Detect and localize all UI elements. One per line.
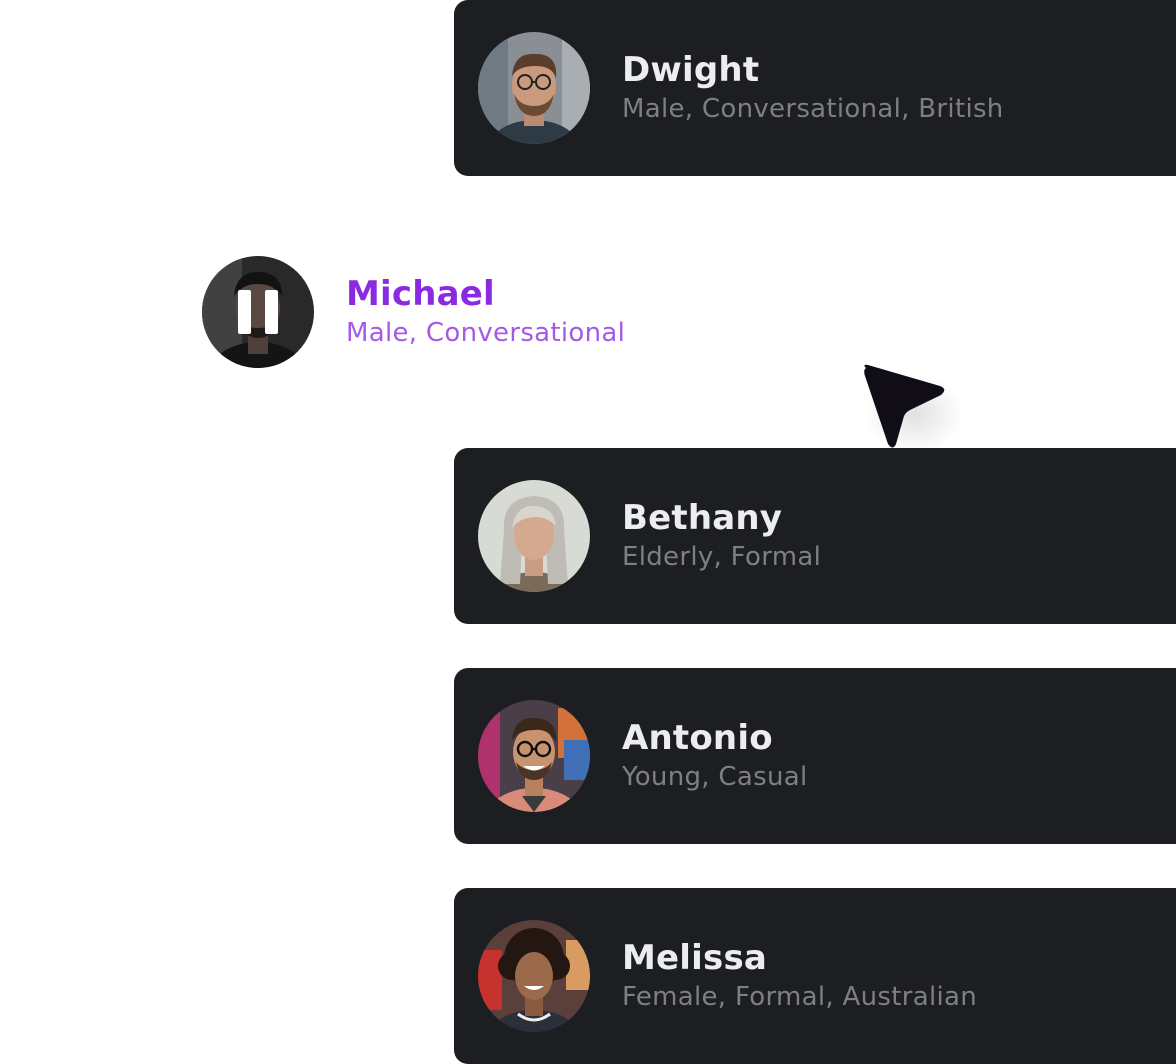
voice-card-dwight[interactable]: Dwight Male, Conversational, British xyxy=(454,0,1176,176)
voice-description: Male, Conversational xyxy=(346,318,626,348)
voice-item-michael-active[interactable]: Michael Male, Conversational xyxy=(202,256,702,368)
voice-name: Bethany xyxy=(622,498,783,538)
voice-description: Elderly, Formal xyxy=(622,542,822,572)
avatar xyxy=(478,32,590,144)
voice-description: Female, Formal, Australian xyxy=(622,982,978,1012)
voice-card-antonio[interactable]: Antonio Young, Casual xyxy=(454,668,1176,844)
avatar xyxy=(478,700,590,812)
avatar xyxy=(202,256,314,368)
voice-description: Male, Conversational, British xyxy=(622,94,1004,124)
voice-info: Antonio Young, Casual xyxy=(622,718,808,796)
avatar xyxy=(478,920,590,1032)
voice-info: Michael Male, Conversational xyxy=(346,274,625,352)
avatar xyxy=(478,480,590,592)
voice-card-melissa[interactable]: Melissa Female, Formal, Australian xyxy=(454,888,1176,1064)
voice-name: Michael xyxy=(346,274,495,314)
voice-description: Young, Casual xyxy=(622,762,808,792)
voice-name: Dwight xyxy=(622,50,760,90)
voice-name: Antonio xyxy=(622,718,773,758)
pause-icon[interactable] xyxy=(238,290,278,334)
voice-info: Dwight Male, Conversational, British xyxy=(622,50,1004,128)
voice-info: Bethany Elderly, Formal xyxy=(622,498,821,576)
voice-picker: Dwight Male, Conversational, British Mic xyxy=(0,0,1176,1064)
voice-name: Melissa xyxy=(622,938,768,978)
voice-card-bethany[interactable]: Bethany Elderly, Formal xyxy=(454,448,1176,624)
voice-info: Melissa Female, Formal, Australian xyxy=(622,938,977,1016)
